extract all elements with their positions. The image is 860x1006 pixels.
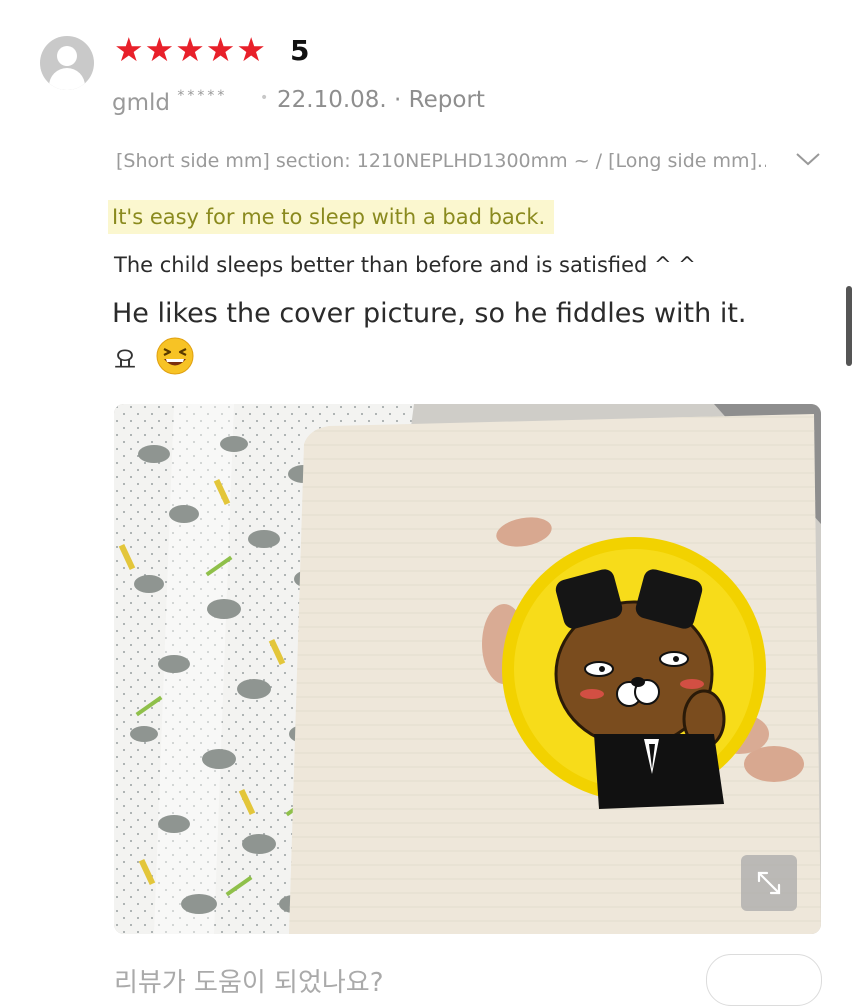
star-icon: ★ — [175, 30, 205, 69]
review-date-report: 22.10.08. · Report — [277, 87, 485, 113]
expand-arrows-icon — [757, 871, 781, 895]
rating-value: 5 — [290, 34, 310, 67]
review-date: 22.10.08. — [277, 87, 387, 113]
star-icon: ★ — [144, 30, 175, 69]
helpful-button[interactable] — [706, 954, 822, 1006]
star-rating: ★ ★ ★ ★ ★ — [114, 30, 266, 70]
chevron-down-icon[interactable] — [795, 146, 821, 172]
meta-separator-dot: • — [260, 90, 269, 106]
expand-photo-button[interactable] — [741, 855, 797, 911]
helpful-question-text: 리뷰가 도움이 되었나요? — [114, 968, 384, 998]
purchased-option[interactable]: [Short side mm] section: 1210NEPLHD1300m… — [116, 150, 766, 172]
star-icon: ★ — [114, 30, 144, 69]
review-text-line: He likes the cover picture, so he fiddle… — [112, 298, 747, 329]
reviewer-avatar — [40, 36, 94, 90]
reviewer-name: gmld ***** — [112, 88, 227, 116]
grinning-squint-face-emoji — [156, 337, 194, 375]
report-link[interactable]: · Report — [394, 87, 485, 113]
avatar-body-shape — [49, 68, 85, 90]
star-icon: ★ — [236, 30, 266, 69]
review-text-line: The child sleeps better than before and … — [114, 253, 696, 277]
avatar-head-shape — [57, 46, 77, 66]
reviewer-name-mask: ***** — [177, 88, 228, 104]
review-photo-illustration — [114, 404, 821, 934]
review-photo[interactable] — [114, 404, 821, 934]
star-icon: ★ — [205, 30, 236, 69]
reviewer-name-text: gmld — [112, 90, 170, 116]
scrollbar-thumb[interactable] — [846, 286, 852, 366]
review-text-highlight: It's easy for me to sleep with a bad bac… — [112, 205, 546, 229]
review-text-line: 요 — [114, 346, 137, 374]
